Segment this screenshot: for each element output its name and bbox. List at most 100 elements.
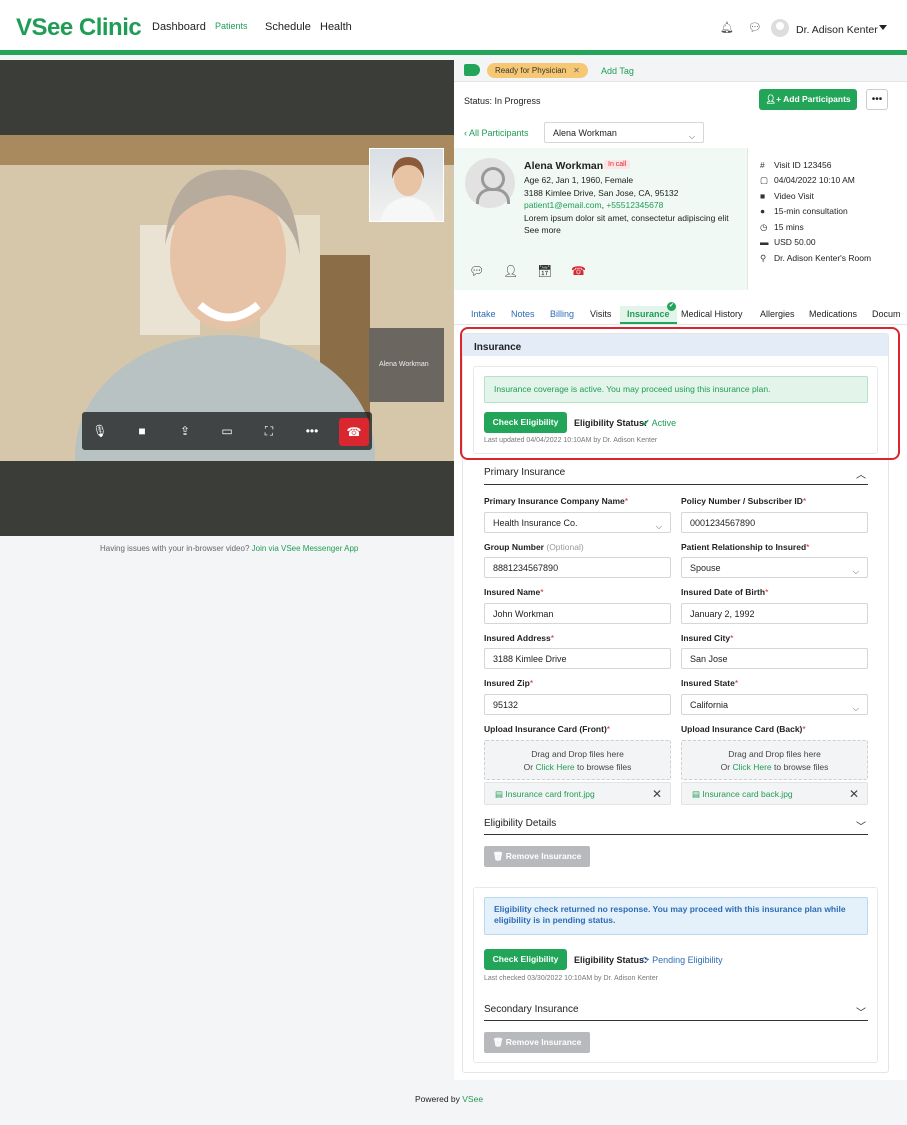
video-issue-text: Having issues with your in-browser video… <box>100 544 250 553</box>
tab-visits[interactable]: Visits <box>590 309 611 319</box>
state-select[interactable]: California ⌵ <box>681 694 868 715</box>
doctor-self-view <box>369 148 444 222</box>
secondary-insurance-title[interactable]: Secondary Insurance <box>484 1004 579 1015</box>
remove-insurance-button[interactable]: 🗑︎ Remove Insurance <box>484 846 590 867</box>
vsee-link[interactable]: VSee <box>462 1094 483 1104</box>
dob-input[interactable]: January 2, 1992 <box>681 603 868 624</box>
remote-thumb-label: Alena Workman <box>379 361 429 368</box>
join-messenger-link[interactable]: Join via VSee Messenger App <box>252 544 359 553</box>
assign-user-icon[interactable]: 👤︎ <box>503 264 518 278</box>
insured-name-input[interactable]: John Workman <box>484 603 671 624</box>
zip-label: Insured Zip* <box>484 678 534 688</box>
back-card-dropzone[interactable]: Drag and Drop files here Or Click Here t… <box>681 740 868 780</box>
tab-medications[interactable]: Medications <box>809 309 857 319</box>
chevron-down-icon[interactable] <box>879 25 887 30</box>
participant-select[interactable]: Alena Workman ⌵ <box>544 122 704 143</box>
nav-schedule[interactable]: Schedule <box>265 21 311 33</box>
nav-patients[interactable]: Patients <box>215 21 248 31</box>
tag-ready-for-physician[interactable]: Ready for Physician ✕ <box>487 63 588 78</box>
close-icon[interactable]: ✕ <box>573 66 580 75</box>
drop-line: Drag and Drop files here <box>531 749 624 759</box>
screen-share-icon[interactable]: ⇪ <box>176 422 194 440</box>
chevron-down-icon: ⌵ <box>852 567 859 576</box>
dob-label: Insured Date of Birth* <box>681 587 769 597</box>
relationship-label-text: Patient Relationship to Insured <box>681 542 807 552</box>
close-icon[interactable]: ✕ <box>849 783 859 805</box>
add-participants-button[interactable]: 👤︎+ Add Participants <box>759 89 857 110</box>
divider <box>484 484 868 485</box>
visit-price: ▬ USD 50.00 <box>760 237 816 247</box>
company-select[interactable]: Health Insurance Co. ⌵ <box>484 512 671 533</box>
user-avatar[interactable] <box>771 19 789 37</box>
front-file-name[interactable]: Insurance card front.jpg <box>505 789 594 799</box>
company-label-text: Primary Insurance Company Name <box>484 496 625 506</box>
message-icon[interactable]: 💬︎ <box>469 264 484 278</box>
eligibility-status-label-secondary: Eligibility Status: <box>574 955 648 965</box>
visit-room-text: Dr. Adison Kenter's Room <box>774 253 872 263</box>
zip-input[interactable]: 95132 <box>484 694 671 715</box>
policy-label-text: Policy Number / Subscriber ID <box>681 496 803 506</box>
patient-email[interactable]: patient1@email.com <box>524 200 602 210</box>
back-file-name[interactable]: Insurance card back.jpg <box>702 789 792 799</box>
eligibility-details-title[interactable]: Eligibility Details <box>484 818 556 829</box>
chevron-down-icon[interactable]: ﹀ <box>856 1004 866 1019</box>
patient-note: Lorem ipsum dolor sit amet, consectetur … <box>524 213 729 223</box>
camera-icon[interactable]: ■ <box>133 422 151 440</box>
eligibility-pending-text: Pending Eligibility <box>652 955 723 965</box>
end-call-button[interactable]: ☎︎ <box>339 418 369 446</box>
fullscreen-icon[interactable]: ⛶ <box>260 422 278 440</box>
chat-icon[interactable]: 💬︎ <box>748 22 762 34</box>
chevron-down-icon: ⌵ <box>852 704 859 713</box>
all-participants-link[interactable]: ‹ All Participants <box>464 128 529 138</box>
dob-label-text: Insured Date of Birth <box>681 587 766 597</box>
visit-price-text: USD 50.00 <box>774 237 816 247</box>
tab-billing[interactable]: Billing <box>550 309 574 319</box>
primary-insurance-title[interactable]: Primary Insurance <box>484 467 565 478</box>
front-card-file: ▤ Insurance card front.jpg ✕ <box>484 782 671 805</box>
back-card-label-text: Upload Insurance Card (Back) <box>681 724 803 734</box>
patient-phone[interactable]: +55512345678 <box>606 200 663 210</box>
front-card-dropzone[interactable]: Drag and Drop files here Or Click Here t… <box>484 740 671 780</box>
insured-name-label: Insured Name* <box>484 587 544 597</box>
user-name[interactable]: Dr. Adison Kenter <box>796 24 878 36</box>
visit-id: # Visit ID 123456 <box>760 160 832 170</box>
city-input[interactable]: San Jose <box>681 648 868 669</box>
nav-health[interactable]: Health <box>320 21 352 33</box>
tab-medical-history[interactable]: Medical History <box>681 309 743 319</box>
nav-dashboard[interactable]: Dashboard <box>152 21 206 33</box>
policy-input[interactable]: 0001234567890 <box>681 512 868 533</box>
remove-secondary-insurance-button[interactable]: 🗑︎ Remove Insurance <box>484 1032 590 1053</box>
address-input[interactable]: 3188 Kimlee Drive <box>484 648 671 669</box>
click-here-link[interactable]: Click Here <box>535 762 574 772</box>
chevron-up-icon[interactable]: ︿ <box>856 466 866 481</box>
powered-by: Powered by VSee <box>415 1094 483 1104</box>
group-input[interactable]: 8881234567890 <box>484 557 671 578</box>
close-icon[interactable]: ✕ <box>652 783 662 805</box>
drop-or: Or <box>720 762 731 772</box>
bell-icon[interactable]: 🔔︎ <box>720 22 734 34</box>
chevron-down-icon: ⌵ <box>655 522 662 531</box>
state-label-text: Insured State <box>681 678 735 688</box>
chat-bubble-icon[interactable]: ▭ <box>218 422 236 440</box>
vsee-clinic-logo[interactable]: VSee Clinic <box>16 14 142 42</box>
hangup-icon[interactable]: ☎︎ <box>571 264 586 278</box>
more-options-icon[interactable]: ••• <box>303 422 321 440</box>
chevron-down-icon[interactable]: ﹀ <box>856 818 866 833</box>
tab-notes[interactable]: Notes <box>511 309 535 319</box>
microphone-icon[interactable]: 🎙︎ <box>91 422 109 440</box>
remove-insurance-label: Remove Insurance <box>505 851 582 861</box>
tab-documents[interactable]: Docum <box>872 309 902 319</box>
visit-datetime-text: 04/04/2022 10:10 AM <box>774 175 855 185</box>
add-tag-link[interactable]: Add Tag <box>601 66 634 76</box>
relationship-select[interactable]: Spouse ⌵ <box>681 557 868 578</box>
see-more-link[interactable]: See more <box>524 225 561 235</box>
check-eligibility-button-secondary[interactable]: Check Eligibility <box>484 949 567 970</box>
relationship-value: Spouse <box>690 563 721 573</box>
click-here-link[interactable]: Click Here <box>732 762 771 772</box>
tab-intake[interactable]: Intake <box>471 309 496 319</box>
add-participants-label: Add Participants <box>783 94 851 104</box>
tab-allergies[interactable]: Allergies <box>760 309 795 319</box>
more-actions-button[interactable]: ••• <box>866 89 888 110</box>
calendar-add-icon[interactable]: 📅︎ <box>537 264 552 278</box>
policy-label: Policy Number / Subscriber ID* <box>681 496 807 506</box>
